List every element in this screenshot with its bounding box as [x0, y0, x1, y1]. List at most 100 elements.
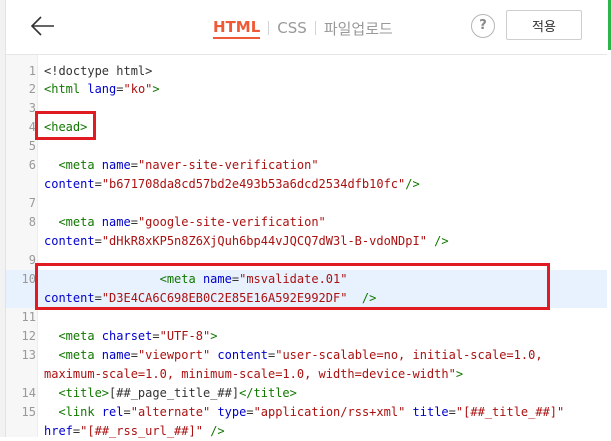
code-token: "D3E4CA6C698EB0C2E85E16A592E992DF": [101, 291, 348, 305]
code-token: =: [231, 272, 240, 286]
line-number: 15: [21, 405, 36, 419]
line-number: 13: [21, 348, 36, 362]
code-token: "google-site-verification": [137, 215, 326, 229]
code-token: <meta: [44, 348, 102, 362]
code-token: =: [123, 405, 131, 419]
code-token: =: [116, 82, 124, 96]
code-token: "alternate": [130, 405, 211, 419]
line-number: 14: [21, 386, 36, 400]
code-token: "ko": [123, 82, 153, 96]
code-token: <meta: [44, 272, 203, 286]
code-token: lang: [87, 82, 117, 96]
code-token: </title>: [239, 386, 297, 400]
code-line: 5: [6, 137, 607, 156]
tab-file-upload[interactable]: 파일업로드: [324, 18, 393, 39]
code-token: />: [202, 424, 225, 438]
line-number: 4: [28, 120, 36, 134]
code-token: "naver-site-verification": [137, 158, 319, 172]
code-token: "b671708da8cd57bd2e493b53a6dcd2534dfb10f…: [101, 177, 406, 191]
code-line: 2 <html lang="ko">: [6, 80, 607, 99]
code-line-wrap: href="[##_rss_url_##]" />: [6, 422, 607, 441]
code-token: />: [347, 291, 377, 305]
code-token: =: [130, 215, 138, 229]
code-token: content: [44, 291, 95, 305]
code-token: "user-scalable=no, initial-scale=1.0,: [275, 348, 543, 362]
code-token: name: [202, 272, 232, 286]
code-token: title: [412, 405, 449, 419]
code-token: href: [44, 424, 73, 438]
line-number: 2: [28, 82, 36, 96]
code-token: "[##_rss_url_##]": [80, 424, 203, 438]
code-token: "application/rss+xml": [253, 405, 406, 419]
line-number: 9: [28, 253, 36, 267]
code-token: content: [44, 177, 95, 191]
code-line-wrap: maximum-scale=1.0, minimum-scale=1.0, wi…: [6, 365, 607, 384]
code-token: =: [130, 158, 138, 172]
code-line: 4 <head>: [6, 118, 607, 137]
back-button[interactable]: [28, 12, 58, 40]
code-token: =: [246, 405, 254, 419]
code-token: "UTF-8": [159, 329, 211, 343]
code-line-active: 10 <meta name="msvalidate.01": [6, 270, 607, 289]
code-line: 8 <meta name="google-site-verification": [6, 213, 607, 232]
code-token: <meta: [44, 215, 102, 229]
code-token: >: [210, 329, 218, 343]
code-token: =: [94, 291, 102, 305]
tab-css[interactable]: CSS: [277, 19, 307, 37]
code-token: <head>: [44, 120, 88, 134]
code-line: 11: [6, 308, 607, 327]
code-line: 15 <link rel="alternate" type="applicati…: [6, 403, 607, 422]
line-number: 11: [21, 310, 36, 324]
code-token: type: [217, 405, 247, 419]
code-line: 7: [6, 194, 607, 213]
code-token: <html: [44, 82, 88, 96]
code-token: =: [152, 329, 160, 343]
tab-html[interactable]: HTML: [213, 18, 261, 39]
help-button[interactable]: ?: [471, 14, 495, 38]
code-token: =: [94, 234, 102, 248]
back-arrow-icon: [30, 16, 54, 36]
code-line: 14 <title>[##_page_title_##]</title>: [6, 384, 607, 403]
code-token: rel: [101, 405, 124, 419]
line-number: 10: [21, 272, 36, 286]
code-token: "[##_title_##]": [455, 405, 565, 419]
code-token: name: [101, 348, 131, 362]
line-number: 5: [28, 139, 36, 153]
code-token: />: [405, 177, 420, 191]
line-number: 3: [28, 101, 36, 115]
code-token: "viewport": [137, 348, 211, 362]
line-number: 1: [28, 64, 36, 78]
code-token: maximum-scale=1.0, minimum-scale=1.0, wi…: [44, 367, 456, 381]
code-token: >: [152, 82, 160, 96]
code-editor[interactable]: 1 <!doctype html> 2 <html lang="ko"> 3 4…: [6, 55, 607, 438]
code-token: <meta: [44, 158, 102, 172]
code-token: =: [94, 177, 102, 191]
code-token: >: [455, 367, 464, 381]
code-token: "msvalidate.01": [239, 272, 348, 286]
code-token: =: [130, 348, 138, 362]
code-line: 12 <meta charset="UTF-8">: [6, 327, 607, 346]
tab-divider: [314, 21, 316, 35]
code-token: <title>: [44, 386, 110, 400]
tab-divider: [268, 21, 270, 35]
code-line-wrap: content="dHkR8xKP5n8Z6XjQuh6bp44vJQCQ7dW…: [6, 232, 607, 251]
code-line: 13 <meta name="viewport" content="user-s…: [6, 346, 607, 365]
line-number: 7: [28, 196, 36, 210]
code-token: />: [426, 234, 449, 248]
code-line-wrap: content="b671708da8cd57bd2e493b53a6dcd25…: [6, 175, 607, 194]
code-token: "dHkR8xKP5n8Z6XjQuh6bp44vJQCQ7dW3l-B-vdo…: [101, 234, 427, 248]
code-token: charset: [101, 329, 153, 343]
code-token: content: [44, 234, 95, 248]
apply-button[interactable]: 적용: [506, 10, 582, 40]
code-line: 3: [6, 99, 607, 118]
code-line: 1 <!doctype html>: [6, 62, 607, 81]
code-token: [##_page_title_##]: [109, 386, 240, 400]
code-line: 6 <meta name="naver-site-verification": [6, 156, 607, 175]
editor-tabs: HTML CSS 파일업로드: [213, 17, 393, 39]
code-line: 9: [6, 251, 607, 270]
line-number: 6: [28, 158, 36, 172]
code-token: name: [101, 215, 131, 229]
code-token: name: [101, 158, 131, 172]
code-token: <meta: [44, 329, 102, 343]
code-token: content: [217, 348, 268, 362]
